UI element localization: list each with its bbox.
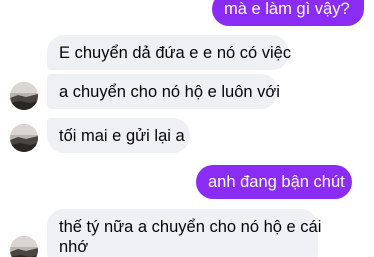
message-bubble-incoming[interactable]: tối mai e gửi lại a [47,118,190,153]
message-text: mà e làm gì vậy? [224,0,350,18]
contact-avatar-icon[interactable] [10,82,38,110]
message-text: anh đang bận chút [208,173,345,191]
message-text-line: thế tý nữa a chuyển cho nó hộ e cái [59,218,322,236]
message-bubble-outgoing[interactable]: mà e làm gì vậy? [212,0,364,26]
message-bubble-incoming[interactable]: a chuyển cho nó hộ e luôn với [47,74,280,109]
message-text: a chuyển cho nó hộ e luôn với [59,83,280,101]
message-text: tối mai e gửi lại a [59,127,185,145]
contact-avatar-icon[interactable] [10,236,38,257]
message-bubble-incoming[interactable]: E chuyển dả đứa e e nó có việc [47,35,292,70]
message-text-line: nhớ [59,238,89,256]
chat-thread: mà e làm gì vậy? E chuyển dả đứa e e nó … [0,0,374,257]
message-bubble-incoming[interactable]: thế tý nữa a chuyển cho nó hộ e cái nhớ [47,209,322,257]
contact-avatar-icon[interactable] [10,124,38,152]
message-text: E chuyển dả đứa e e nó có việc [59,44,292,62]
message-bubble-outgoing[interactable]: anh đang bận chút [196,165,352,199]
